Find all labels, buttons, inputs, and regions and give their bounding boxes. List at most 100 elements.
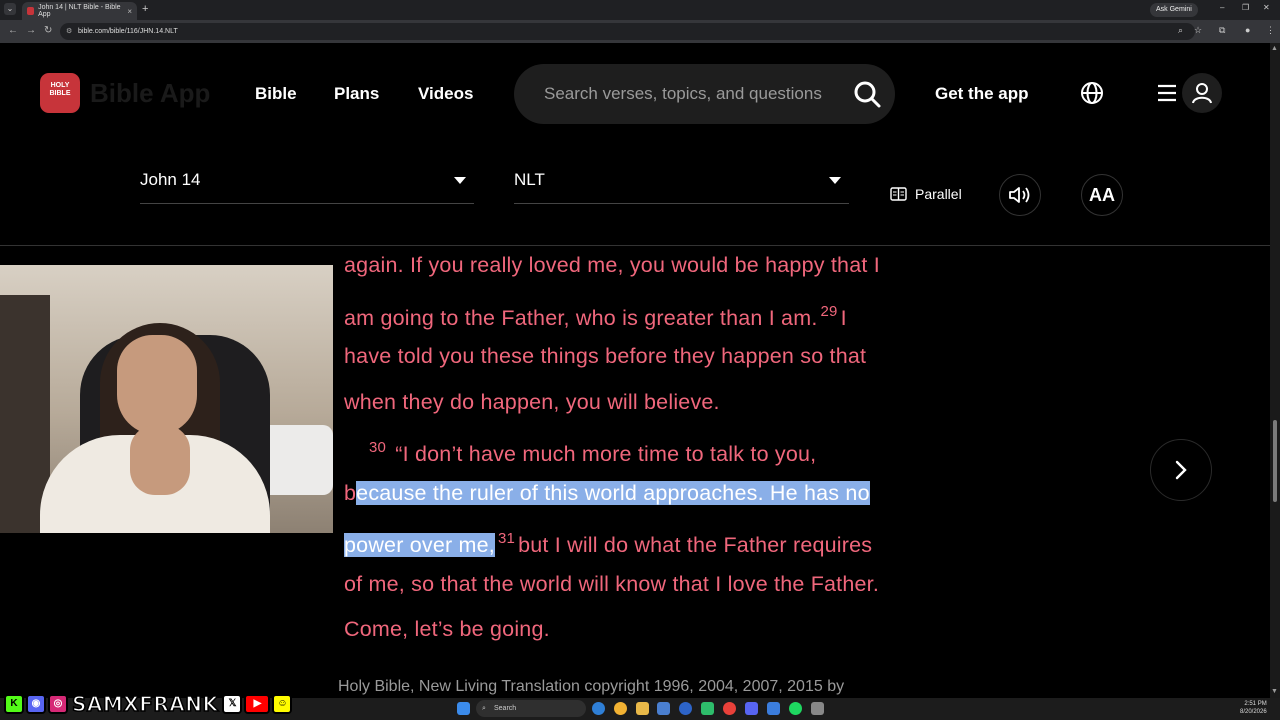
spotify-icon[interactable] [789,702,802,715]
edge-icon[interactable] [592,702,605,715]
scrollbar-thumb[interactable] [1273,420,1277,502]
scripture-line[interactable]: because the ruler of this world approach… [344,471,944,517]
scripture-line[interactable]: when they do happen, you will believe. [344,380,944,426]
clock-date: 8/20/2026 [1240,709,1267,715]
highlighted-text[interactable]: ecause the ruler of this world approache… [356,480,870,505]
parallel-label: Parallel [915,186,962,202]
scripture-line[interactable]: am going to the Father, who is greater t… [344,289,944,335]
kick-icon: K [4,694,24,714]
nav-plans[interactable]: Plans [334,84,379,104]
nav-bible[interactable]: Bible [255,84,297,104]
reload-icon[interactable]: ↻ [44,25,52,36]
logo-text: HOLY BIBLE [49,82,71,97]
tab-search-button[interactable]: ⌄ [4,3,16,15]
chapter-text: again. If you really loved me, you would… [344,243,944,653]
file-explorer-icon[interactable] [636,702,649,715]
search-icon: ⌕ [482,705,486,712]
verse-text[interactable]: have told you these things before they h… [344,344,866,368]
chrome-profile-icon[interactable] [723,702,736,715]
parallel-icon [890,187,907,201]
discord-icon[interactable] [745,702,758,715]
app-icon[interactable] [679,702,692,715]
browser-tab[interactable]: John 14 | NLT Bible - Bible App × [22,2,137,20]
search-input[interactable]: Search verses, topics, and questions [544,84,822,104]
audio-button[interactable] [999,174,1041,216]
verse-text[interactable]: of me, so that the world will know that … [344,572,879,596]
highlighted-text[interactable]: power over me, [344,533,495,557]
brand-handle: SAMXFRANK [71,691,219,717]
scripture-line[interactable]: have told you these things before they h… [344,334,944,380]
forward-icon[interactable]: → [26,25,36,36]
window-close-icon[interactable]: ✕ [1263,3,1270,12]
verse-text[interactable]: b [344,481,356,505]
speaker-icon [1009,187,1030,203]
version-label: NLT [514,170,545,189]
copyright-notice: Holy Bible, New Living Translation copyr… [338,678,845,695]
new-tab-button[interactable]: + [142,3,148,15]
webcam-video-overlay [0,265,333,533]
x-icon: 𝕏 [222,694,243,714]
site-info-icon[interactable]: ⚙ [66,23,72,40]
taskbar-search[interactable]: ⌕ Search [476,700,586,717]
font-size-label: AA [1089,184,1115,205]
scroll-up-icon[interactable]: ▲ [1271,45,1278,52]
scroll-down-icon[interactable]: ▼ [1271,688,1278,695]
verse-text[interactable]: Come, let’s be going. [344,617,550,641]
account-avatar-button[interactable] [1182,73,1222,113]
app-icon[interactable] [701,702,714,715]
chapter-selector[interactable]: John 14 [140,170,474,204]
restore-icon[interactable]: ❐ [1242,3,1249,12]
taskbar-search-label: Search [494,705,517,712]
verse-text[interactable]: again. If you really loved me, you would… [344,253,880,277]
scripture-line[interactable]: of me, so that the world will know that … [344,562,944,608]
verse-text[interactable]: but I will do what the Father requires [518,533,872,557]
store-icon[interactable] [657,702,670,715]
address-bar[interactable]: ⚙ bible.com/bible/116/JHN.14.NLT [60,23,1195,40]
chevron-right-icon [1175,460,1187,480]
verse-text[interactable]: I [841,306,847,330]
browser-menu-icon[interactable]: ⋮ [1266,25,1275,36]
chapter-label: John 14 [140,170,201,189]
parallel-button[interactable]: Parallel [890,186,962,202]
verse-text[interactable]: am going to the Father, who is greater t… [344,306,818,330]
chrome-icon[interactable] [614,702,627,715]
globe-icon[interactable] [1080,81,1104,105]
settings-icon[interactable] [811,702,824,715]
verse-number: 29 [820,302,838,320]
scripture-line[interactable]: 30 “I don’t have much more time to talk … [344,425,944,471]
zoom-icon[interactable]: ⌕ [1178,25,1183,36]
profile-icon[interactable]: ● [1245,25,1250,35]
app-icon[interactable] [767,702,780,715]
scripture-line[interactable]: power over me, 31 but I will do what the F… [344,516,944,562]
tab-title: John 14 | NLT Bible - Bible App [38,4,121,18]
search-bar[interactable]: Search verses, topics, and questions [514,64,895,124]
next-chapter-button[interactable] [1150,439,1212,501]
bible-app-favicon [27,7,35,15]
back-icon[interactable]: ← [8,25,18,36]
verse-text[interactable]: “I don’t have much more time to talk to … [395,442,816,466]
browser-tab-bar: ⌄ John 14 | NLT Bible - Bible App × + As… [0,0,1280,20]
page-scrollbar[interactable] [1270,43,1280,698]
scripture-line[interactable]: again. If you really loved me, you would… [344,243,944,289]
start-icon[interactable] [457,702,470,715]
font-size-button[interactable]: AA [1081,174,1123,216]
bible-app-logo[interactable]: HOLY BIBLE [40,73,80,113]
verse-text[interactable]: when they do happen, you will believe. [344,390,720,414]
search-icon[interactable] [849,76,885,112]
tab-close-icon[interactable]: × [127,7,132,16]
app-name[interactable]: Bible App [90,78,210,109]
version-selector[interactable]: NLT [514,170,849,204]
extensions-icon[interactable]: ⧉ [1219,25,1225,36]
bookmark-star-icon[interactable]: ☆ [1194,25,1202,36]
chevron-down-icon [829,177,841,184]
verse-number: 30 [369,439,387,456]
youtube-icon: ▶ [244,694,271,714]
ask-gemini-button[interactable]: Ask Gemini [1150,3,1198,17]
minimize-icon[interactable]: – [1220,3,1224,12]
scripture-line[interactable]: Come, let’s be going. [344,607,944,653]
hamburger-menu-icon[interactable] [1157,83,1177,103]
system-clock[interactable]: 2:51 PM 8/20/2026 [1240,700,1267,716]
instagram-icon: ◎ [48,694,68,714]
get-app-link[interactable]: Get the app [935,84,1029,104]
nav-videos[interactable]: Videos [418,84,473,104]
